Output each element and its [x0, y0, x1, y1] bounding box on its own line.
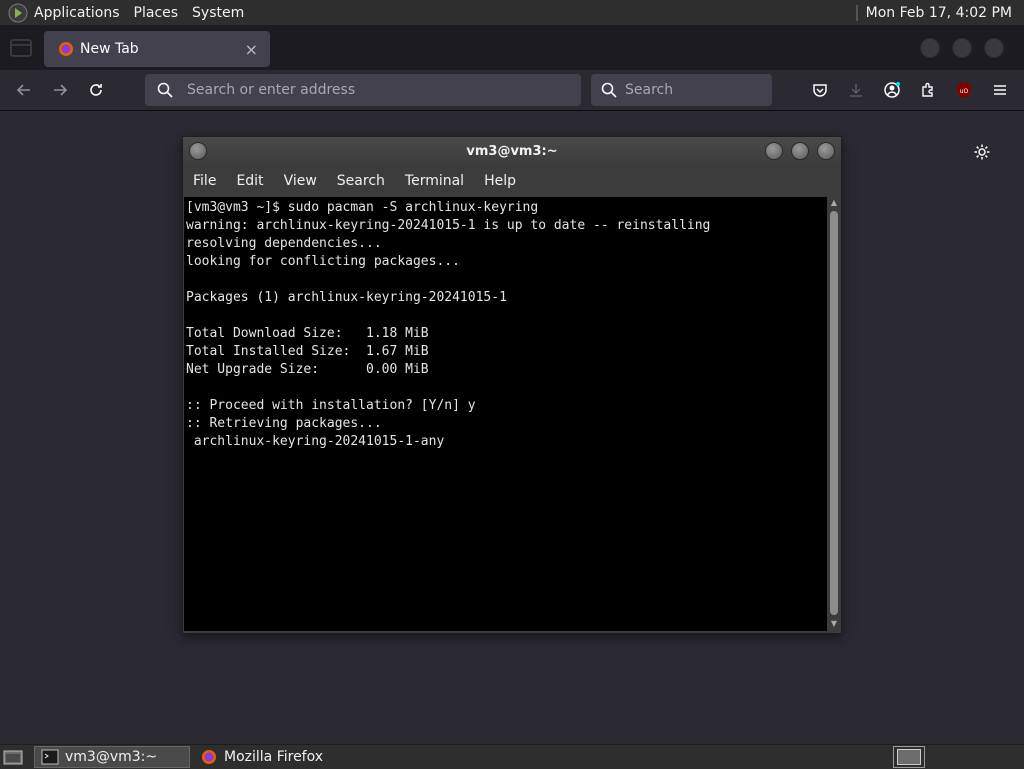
bottom-panel: vm3@vm3:~ Mozilla Firefox	[0, 744, 1024, 769]
search-bar[interactable]: Search	[591, 74, 772, 106]
search-bar-placeholder: Search	[625, 82, 674, 98]
panel-separator	[855, 4, 858, 21]
terminal-titlebar[interactable]: vm3@vm3:~	[183, 137, 841, 167]
system-menu[interactable]: System	[192, 5, 244, 21]
reload-button[interactable]	[84, 78, 108, 102]
taskbar-item-firefox[interactable]: Mozilla Firefox	[194, 746, 329, 768]
taskbar-item-label: vm3@vm3:~	[65, 749, 158, 765]
ublock-button[interactable]: uO	[952, 78, 976, 102]
top-panel: Applications Places System Mon Feb 17, 4…	[0, 0, 1024, 26]
forward-button[interactable]	[48, 78, 72, 102]
terminal-menu-view[interactable]: View	[284, 173, 317, 189]
hamburger-menu-icon	[994, 85, 1006, 95]
mate-logo-icon[interactable]	[8, 3, 28, 23]
close-window-button[interactable]	[984, 38, 1004, 58]
back-button[interactable]	[12, 78, 36, 102]
terminal-output: [vm3@vm3 ~]$ sudo pacman -S archlinux-ke…	[186, 200, 711, 449]
clock[interactable]: Mon Feb 17, 4:02 PM	[866, 5, 1012, 21]
terminal-menu-help[interactable]: Help	[484, 173, 516, 189]
firefox-favicon-icon	[59, 42, 73, 56]
scroll-up-arrow-icon[interactable]: ▲	[829, 198, 839, 208]
pocket-icon	[813, 84, 827, 97]
terminal-minimize-button[interactable]	[765, 142, 783, 160]
terminal-scrollbar[interactable]: ▲ ▼	[828, 197, 840, 631]
downloads-button[interactable]	[844, 78, 868, 102]
browser-nav-bar: Search or enter address Search uO	[0, 70, 1024, 111]
terminal-maximize-button[interactable]	[791, 142, 809, 160]
account-button[interactable]	[880, 78, 904, 102]
scrollbar-thumb[interactable]	[830, 211, 838, 615]
tab-title: New Tab	[80, 41, 139, 57]
extensions-button[interactable]	[916, 78, 940, 102]
terminal-body[interactable]: [vm3@vm3 ~]$ sudo pacman -S archlinux-ke…	[184, 197, 827, 631]
download-icon	[850, 84, 862, 97]
terminal-icon	[41, 749, 59, 765]
arrow-left-icon	[16, 84, 30, 96]
browser-tab-bar: New Tab ×	[0, 26, 1024, 70]
app-menu-button[interactable]	[988, 78, 1012, 102]
reload-icon	[90, 84, 102, 96]
terminal-menu-edit[interactable]: Edit	[236, 173, 263, 189]
puzzle-icon	[922, 82, 933, 97]
show-desktop-icon[interactable]	[2, 748, 24, 766]
tab-new-tab[interactable]: New Tab ×	[44, 31, 270, 67]
workspace-1[interactable]	[897, 749, 921, 765]
places-menu[interactable]: Places	[134, 5, 179, 21]
taskbar-item-terminal[interactable]: vm3@vm3:~	[34, 746, 190, 768]
maximize-button[interactable]	[952, 38, 972, 58]
terminal-close-button[interactable]	[817, 142, 835, 160]
address-bar[interactable]: Search or enter address	[145, 74, 581, 106]
terminal-menubar: File Edit View Search Terminal Help	[183, 167, 841, 195]
applications-menu[interactable]: Applications	[34, 5, 120, 21]
terminal-menu-file[interactable]: File	[193, 173, 216, 189]
firefox-icon	[202, 750, 216, 764]
search-icon	[601, 82, 617, 98]
arrow-right-icon	[54, 84, 68, 96]
terminal-window[interactable]: vm3@vm3:~ File Edit View Search Terminal…	[182, 136, 842, 634]
workspace-switcher[interactable]	[893, 746, 925, 768]
account-icon	[884, 82, 900, 98]
terminal-menu-terminal[interactable]: Terminal	[405, 173, 464, 189]
minimize-button[interactable]	[920, 38, 940, 58]
ublock-origin-icon: uO	[957, 82, 971, 98]
terminal-title: vm3@vm3:~	[466, 144, 558, 159]
search-icon	[157, 82, 173, 98]
address-bar-placeholder: Search or enter address	[187, 82, 356, 98]
gear-icon[interactable]	[973, 143, 991, 161]
firefox-view-icon[interactable]	[10, 39, 32, 57]
terminal-menu-search[interactable]: Search	[337, 173, 385, 189]
taskbar-item-label: Mozilla Firefox	[224, 749, 324, 765]
svg-text:uO: uO	[960, 88, 969, 95]
browser-window-controls	[920, 38, 1004, 58]
pocket-button[interactable]	[808, 78, 832, 102]
tab-close-button[interactable]: ×	[245, 40, 258, 59]
scroll-down-arrow-icon[interactable]: ▼	[829, 619, 839, 629]
